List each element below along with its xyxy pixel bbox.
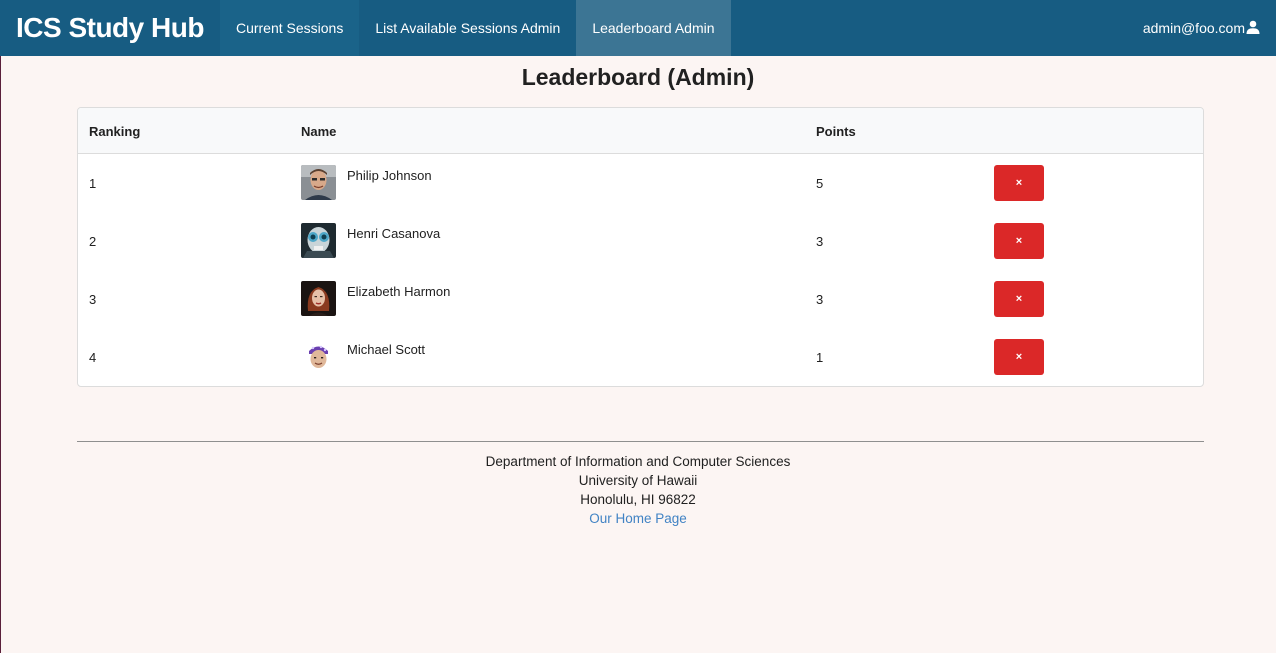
ranking-cell: 1 xyxy=(89,176,97,191)
table-row: 4 Michael Scott 1 × xyxy=(78,328,1203,386)
table-row: 3 Elizabeth Harmon 3 × xyxy=(78,270,1203,328)
nav-menu: Current Sessions List Available Sessions… xyxy=(219,0,731,56)
home-page-link[interactable]: Our Home Page xyxy=(589,511,687,526)
footer-department: Department of Information and Computer S… xyxy=(485,454,791,469)
ranking-cell: 3 xyxy=(89,292,97,307)
delete-button[interactable]: × xyxy=(994,281,1044,317)
points-cell: 3 xyxy=(816,292,824,307)
player-name: Henri Casanova xyxy=(347,226,441,241)
page-left-border xyxy=(0,56,1,653)
table-header: Ranking Name Points xyxy=(78,108,1203,154)
column-header-points: Points xyxy=(816,124,856,139)
user-email: admin@foo.com xyxy=(1142,20,1245,36)
user-menu[interactable]: admin@foo.com xyxy=(1143,0,1276,56)
table-row: 2 Henri Casanova 3 × xyxy=(78,212,1203,270)
ranking-cell: 4 xyxy=(89,350,97,365)
footer-divider xyxy=(77,441,1204,442)
player-name: Philip Johnson xyxy=(347,168,432,183)
navbar: ICS Study Hub Current Sessions List Avai… xyxy=(0,0,1276,56)
footer-university: University of Hawaii xyxy=(578,473,698,488)
column-header-name: Name xyxy=(301,124,337,139)
column-header-ranking: Ranking xyxy=(89,124,141,139)
user-icon xyxy=(1246,20,1260,34)
player-name: Elizabeth Harmon xyxy=(347,284,451,299)
avatar xyxy=(301,281,336,316)
nav-item-leaderboard-admin[interactable]: Leaderboard Admin xyxy=(576,0,731,56)
footer: Department of Information and Computer S… xyxy=(0,452,1276,528)
delete-button[interactable]: × xyxy=(994,165,1044,201)
delete-button[interactable]: × xyxy=(994,339,1044,375)
delete-button[interactable]: × xyxy=(994,223,1044,259)
avatar xyxy=(301,339,336,374)
leaderboard-table: Ranking Name Points 1 Philip Johnson 5 ×… xyxy=(77,107,1204,387)
brand-logo[interactable]: ICS Study Hub xyxy=(0,0,220,56)
table-row: 1 Philip Johnson 5 × xyxy=(78,154,1203,212)
points-cell: 1 xyxy=(816,350,824,365)
footer-address: Honolulu, HI 96822 xyxy=(580,492,696,507)
nav-item-list-available-sessions-admin[interactable]: List Available Sessions Admin xyxy=(359,0,576,56)
nav-item-current-sessions[interactable]: Current Sessions xyxy=(219,0,360,56)
page-title: Leaderboard (Admin) xyxy=(521,64,755,90)
avatar xyxy=(301,165,336,200)
player-name: Michael Scott xyxy=(347,342,426,357)
points-cell: 3 xyxy=(816,234,824,249)
points-cell: 5 xyxy=(816,176,824,191)
avatar xyxy=(301,223,336,258)
ranking-cell: 2 xyxy=(89,234,97,249)
